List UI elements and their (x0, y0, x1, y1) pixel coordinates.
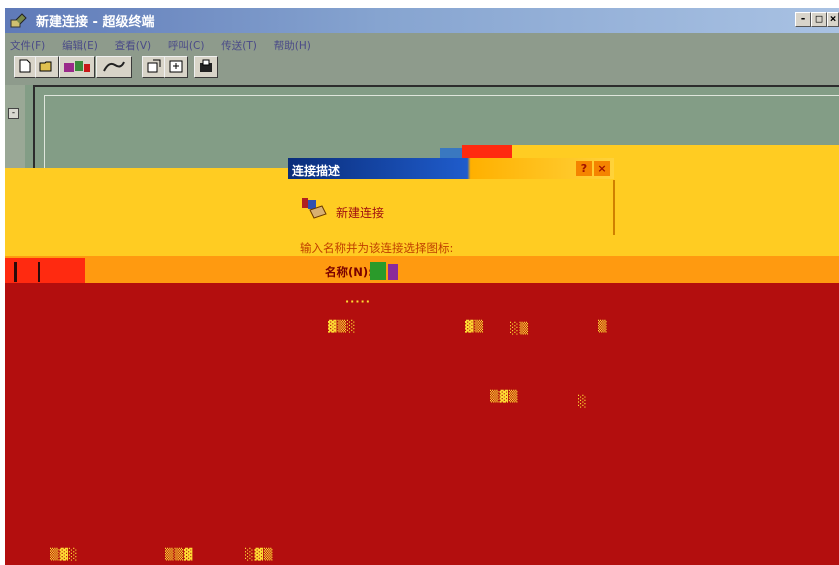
artifact-block (5, 258, 85, 283)
artifact-block (440, 148, 462, 158)
dialog-body (288, 180, 614, 270)
open-button[interactable] (35, 56, 59, 78)
artifact-block (388, 264, 398, 280)
dialog-heading: 新建连接 (336, 206, 385, 220)
artifact-noise: ▓▒░ (328, 320, 357, 333)
menu-help[interactable]: 帮助(H) (274, 38, 311, 53)
open-folder-icon (39, 61, 52, 72)
close-button[interactable]: × (827, 12, 839, 27)
collapse-button[interactable]: - (8, 108, 19, 119)
artifact-noise: ░ (578, 395, 588, 408)
disconnect-button[interactable] (96, 56, 132, 78)
artifact-noise: ▒ (598, 320, 608, 333)
hyperterminal-icon (10, 12, 28, 30)
artifact-block (370, 262, 386, 280)
minimize-button[interactable]: - (795, 12, 811, 27)
properties-icon (200, 59, 212, 72)
artifact-line (38, 262, 40, 282)
dialog-help-button[interactable]: ? (576, 161, 592, 176)
artifact-line (14, 262, 17, 282)
artifact-noise: ░▒ (510, 322, 529, 335)
artifact-block (462, 145, 512, 159)
disconnect-icon (103, 61, 125, 72)
name-field-label: 名称(N): (325, 265, 373, 279)
menu-view[interactable]: 查看(V) (115, 38, 151, 53)
dialog-title: 连接描述 (292, 164, 341, 178)
menu-call[interactable]: 呼叫(C) (168, 38, 205, 53)
artifact-band-red (5, 283, 839, 565)
properties-button[interactable] (194, 56, 218, 78)
new-connection-icon (300, 196, 328, 222)
maximize-button[interactable]: □ (811, 12, 827, 27)
artifact-noise: ▒▓▒ (490, 390, 519, 403)
artifact-noise: ····· (345, 295, 371, 308)
artifact-noise: ░▓▒ (245, 548, 274, 561)
phone-icon (64, 61, 90, 72)
dialog-prompt: 输入名称并为该连接选择图标: (300, 241, 454, 255)
menubar: 文件(F) 编辑(E) 查看(V) 呼叫(C) 传送(T) 帮助(H) (10, 38, 324, 56)
menu-edit[interactable]: 编辑(E) (62, 38, 98, 53)
send-button[interactable] (142, 56, 166, 78)
new-document-button[interactable] (14, 56, 36, 78)
new-document-icon (19, 59, 31, 73)
dialog-border (613, 180, 615, 235)
receive-icon (169, 60, 183, 73)
artifact-band-yellow (512, 145, 614, 159)
window-title: 新建连接 - 超级终端 (36, 15, 155, 30)
artifact-noise: ▓▒ (465, 320, 484, 333)
menu-transfer[interactable]: 传送(T) (221, 38, 257, 53)
dialog-close-button[interactable]: × (594, 161, 610, 176)
artifact-noise: ▒▓░ (50, 548, 79, 561)
artifact-band-yellow (614, 145, 839, 168)
send-icon (147, 59, 161, 73)
call-button[interactable] (59, 56, 95, 78)
menu-file[interactable]: 文件(F) (10, 38, 45, 53)
artifact-noise: ▒▒▓ (165, 548, 194, 561)
receive-button[interactable] (164, 56, 188, 78)
